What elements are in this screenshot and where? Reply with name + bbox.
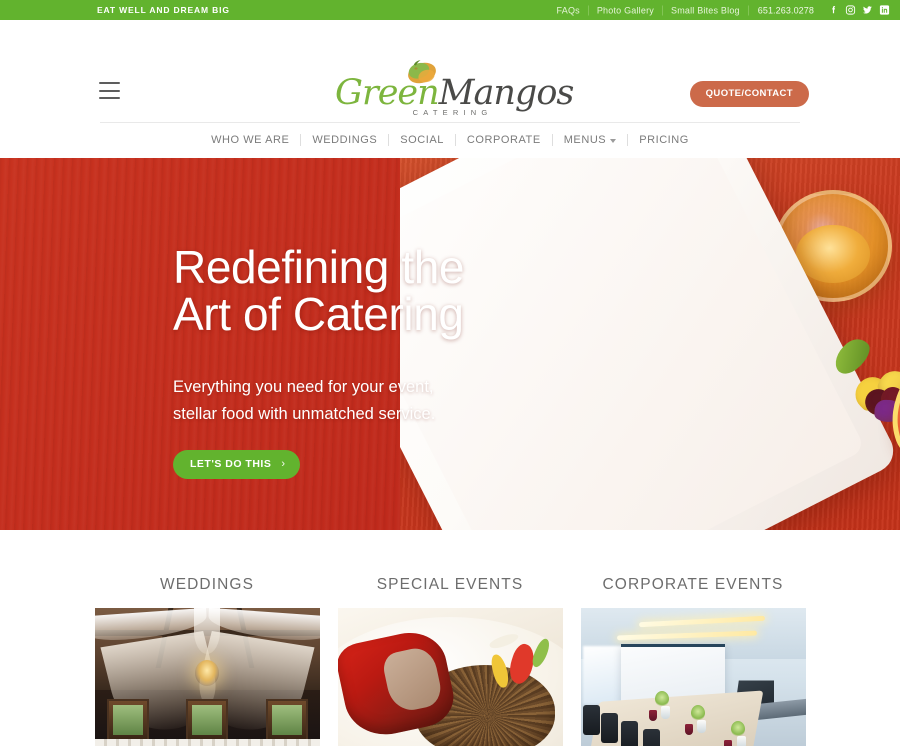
card-title-weddings: WEDDINGS [159,576,255,593]
chevron-right-icon: › [281,458,286,470]
nav-item-social[interactable]: SOCIAL [389,134,455,146]
lets-do-this-button[interactable]: LET'S DO THIS › [173,450,300,479]
nav-item-menus-label: MENUS [563,134,607,146]
divider [587,5,589,15]
card-title-special-events: SPECIAL EVENTS [376,576,524,593]
hero-sub-line-2: stellar food with unmatched service. [173,405,436,423]
card-corporate-events[interactable]: CORPORATE EVENTS [580,576,806,746]
social-links [828,5,890,16]
hero-content: Redefining the Art of Catering Everythin… [173,158,503,479]
facebook-icon[interactable] [828,5,839,16]
twitter-icon[interactable] [862,5,873,16]
site-logo[interactable]: GreenMangos CATERING [335,59,574,121]
site-header: GreenMangos CATERING QUOTE/CONTACT [0,20,900,122]
main-navigation: WHO WE ARE WEDDINGS SOCIAL CORPORATE MEN… [0,122,900,158]
divider [662,5,663,15]
card-special-events[interactable]: SPECIAL EVENTS [337,576,563,746]
card-weddings[interactable]: WEDDINGS [94,576,320,746]
top-link-photo-gallery[interactable]: Photo Gallery [589,5,662,15]
logo-subtitle: CATERING [412,108,493,117]
nav-item-menus[interactable]: MENUS [553,134,627,146]
instagram-icon[interactable] [845,5,856,16]
hero-heading-line-2: Art of Catering [173,288,464,340]
card-title-corporate-events: CORPORATE EVENTS [602,576,784,593]
category-cards-section: WEDDINGS SPECIAL EVENTS CORPORATE EVENTS [0,530,900,746]
top-utility-links: FAQs Photo Gallery Small Bites Blog 651.… [549,5,890,16]
card-image-weddings[interactable] [94,608,320,746]
nav-item-weddings[interactable]: WEDDINGS [301,134,388,146]
hero-heading: Redefining the Art of Catering [173,244,503,338]
logo-word-mangos: Mangos [438,73,575,113]
logo-word-green: Green [335,73,440,113]
card-image-special-events[interactable] [337,608,563,746]
hero-banner: Redefining the Art of Catering Everythin… [0,158,900,530]
top-link-small-bites-blog[interactable]: Small Bites Blog [663,5,748,15]
hero-subheading: Everything you need for your event, stel… [173,374,503,428]
chevron-down-icon [610,139,617,143]
linkedin-icon[interactable] [879,5,890,16]
phone-number[interactable]: 651.263.0278 [749,5,823,15]
card-image-corporate-events[interactable] [580,608,806,746]
tagline: EAT WELL AND DREAM BIG [97,5,230,15]
hamburger-icon[interactable] [99,82,120,99]
nav-item-pricing[interactable]: PRICING [628,134,700,146]
nav-item-corporate[interactable]: CORPORATE [456,134,552,146]
logo-wordmark: GreenMangos [335,73,574,113]
nav-top-divider [100,122,800,123]
nav-item-who-we-are[interactable]: WHO WE ARE [200,134,300,146]
divider [747,5,749,15]
hero-heading-line-1: Redefining the [173,241,465,293]
cta-label: LET'S DO THIS [190,458,272,470]
top-utility-bar: EAT WELL AND DREAM BIG FAQs Photo Galler… [0,0,900,20]
quote-contact-button[interactable]: QUOTE/CONTACT [689,81,809,107]
hero-sub-line-1: Everything you need for your event, [173,378,434,396]
top-link-faqs[interactable]: FAQs [549,5,588,15]
